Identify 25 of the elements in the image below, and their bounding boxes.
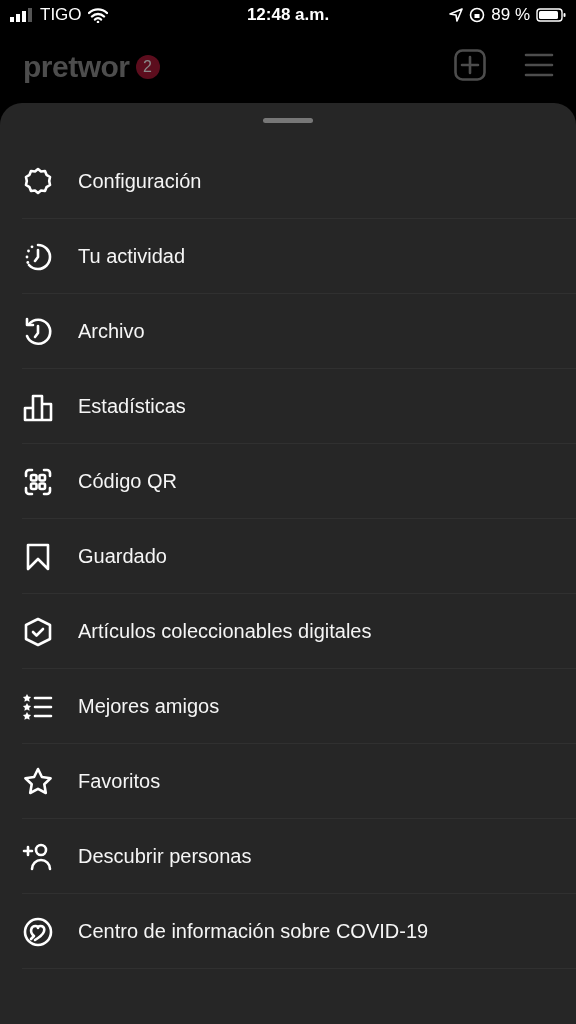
menu-item[interactable]: Centro de información sobre COVID-19	[22, 894, 576, 969]
battery-icon	[536, 8, 566, 22]
wifi-icon	[87, 7, 108, 23]
notification-badge: 2	[135, 54, 160, 79]
menu-item[interactable]: Archivo	[22, 294, 576, 369]
menu-item[interactable]: Tu actividad	[22, 219, 576, 294]
signal-icon	[10, 8, 34, 22]
username: pretwor	[23, 49, 130, 84]
menu-item[interactable]: Código QR	[22, 444, 576, 519]
carrier-name: TIGO	[40, 5, 82, 25]
menu-item[interactable]: Estadísticas	[22, 369, 576, 444]
menu-item[interactable]: Descubrir personas	[22, 819, 576, 894]
heart-circle-icon	[22, 915, 54, 948]
battery-percent: 89 %	[491, 5, 530, 25]
menu-item[interactable]: Guardado	[22, 519, 576, 594]
location-icon	[449, 8, 464, 22]
rotation-lock-icon	[469, 7, 486, 23]
add-button[interactable]	[454, 49, 486, 84]
menu-item[interactable]: Favoritos	[22, 744, 576, 819]
menu-item[interactable]: Mejores amigos	[22, 669, 576, 744]
menu-item[interactable]: Artículos coleccionables digitales	[22, 594, 576, 669]
drag-handle[interactable]	[263, 118, 313, 123]
menu-item[interactable]: Configuración	[22, 144, 576, 219]
clock-time: 12:48 a.m.	[246, 5, 330, 25]
hexagon-check-icon	[22, 615, 54, 648]
